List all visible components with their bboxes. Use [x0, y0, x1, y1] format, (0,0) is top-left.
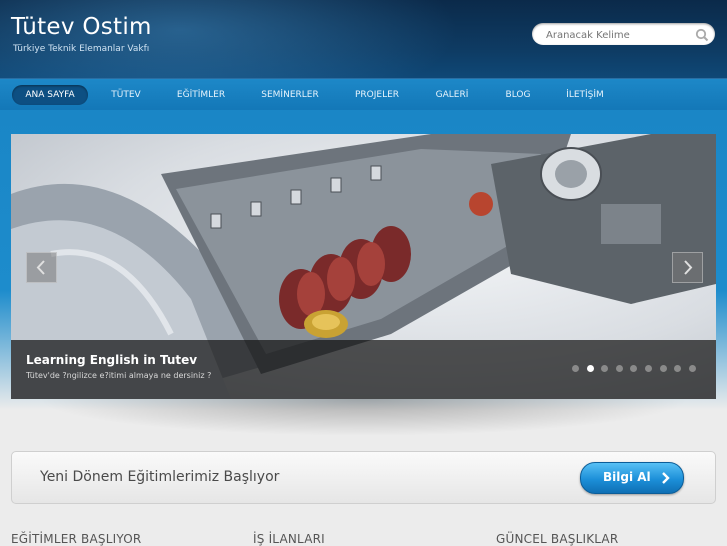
nav-item-blog[interactable]: BLOG: [496, 85, 540, 105]
nav-item-galeri[interactable]: GALERİ: [426, 85, 478, 105]
chevron-left-icon: [36, 260, 45, 275]
image-slider: Learning English in Tutev Tütev'de ?ngil…: [11, 134, 716, 399]
slider-dot[interactable]: [572, 365, 579, 372]
slider-dot[interactable]: [645, 365, 652, 372]
slider-dot[interactable]: [688, 365, 696, 372]
bilgi-al-button[interactable]: Bilgi Al: [580, 462, 684, 494]
nav-item-egitimler[interactable]: EĞİTİMLER: [168, 85, 234, 105]
nav-item-projeler[interactable]: PROJELER: [346, 85, 408, 105]
promo-text: Yeni Dönem Eğitimlerimiz Başlıyor: [40, 469, 280, 485]
slider-dot[interactable]: [601, 365, 609, 372]
logo-subtitle: Türkiye Teknik Elemanlar Vakfı: [13, 44, 150, 54]
column-title-egitimler[interactable]: EĞİTİMLER BAŞLIYOR: [11, 532, 141, 546]
logo-title[interactable]: Tütev Ostim: [11, 14, 152, 40]
promo-banner: Yeni Dönem Eğitimlerimiz Başlıyor Bilgi …: [11, 451, 716, 504]
chevron-right-icon: [684, 260, 693, 275]
slide-caption: Learning English in Tutev Tütev'de ?ngil…: [11, 340, 716, 399]
slider-dot[interactable]: [586, 365, 594, 372]
slider-shadow: [11, 399, 716, 439]
slider-dot[interactable]: [615, 365, 623, 372]
main-nav: ANA SAYFA TÜTEV EĞİTİMLER SEMİNERLER PRO…: [0, 78, 727, 111]
slide-description: Tütev'de ?ngilizce e?itimi almaya ne der…: [26, 371, 212, 380]
column-title-is-ilanlari[interactable]: İŞ İLANLARI: [253, 532, 325, 546]
nav-item-iletisim[interactable]: İLETİŞİM: [556, 85, 614, 105]
search-input[interactable]: [544, 26, 688, 44]
search-icon[interactable]: [695, 27, 709, 42]
nav-item-ana-sayfa[interactable]: ANA SAYFA: [12, 85, 88, 105]
search-box: [532, 23, 715, 45]
bilgi-al-label: Bilgi Al: [603, 470, 651, 484]
chevron-right-icon: [662, 472, 670, 484]
nav-item-seminerler[interactable]: SEMİNERLER: [252, 85, 328, 105]
slide-title[interactable]: Learning English in Tutev: [26, 353, 197, 367]
slider-prev-button[interactable]: [26, 252, 57, 283]
slider-next-button[interactable]: [672, 252, 703, 283]
column-title-guncel[interactable]: GÜNCEL BAŞLIKLAR: [496, 532, 618, 546]
slider-dot[interactable]: [674, 365, 682, 372]
nav-item-tutev[interactable]: TÜTEV: [100, 85, 152, 105]
slider-dot[interactable]: [659, 365, 667, 372]
slider-dot[interactable]: [630, 365, 638, 372]
